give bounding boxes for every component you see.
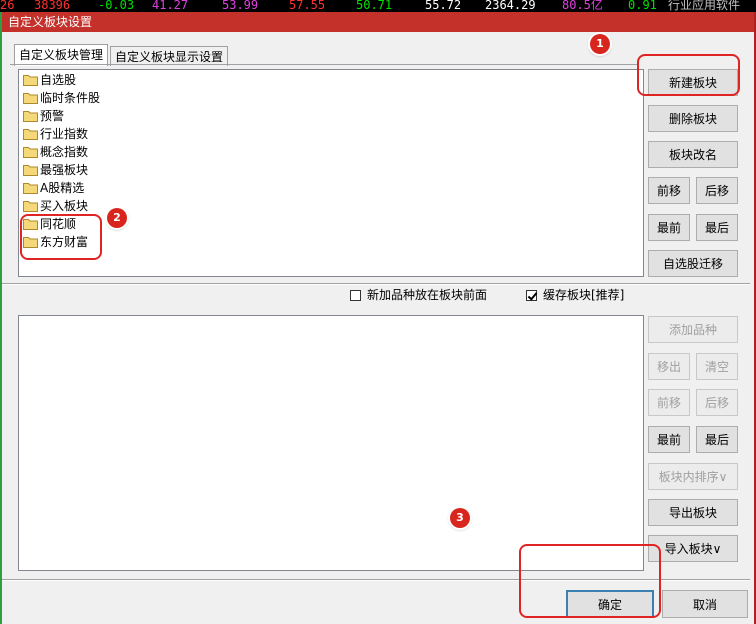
block-name: A股精选 xyxy=(40,181,85,195)
cache-label: 缓存板块[推荐] xyxy=(543,288,625,302)
stock-list[interactable] xyxy=(18,315,644,571)
ticker-value: 2364.29 xyxy=(485,0,536,12)
list-item[interactable]: 最强板块 xyxy=(23,162,88,179)
folder-icon xyxy=(23,111,38,122)
list-item[interactable]: 预警 xyxy=(23,108,64,125)
divider xyxy=(2,284,750,285)
folder-icon xyxy=(23,129,38,140)
ok-button[interactable]: 确定 xyxy=(566,590,654,618)
block-move-up-button[interactable]: 前移 xyxy=(648,177,690,204)
add-front-label: 新加品种放在板块前面 xyxy=(367,288,488,302)
list-item[interactable]: 东方财富 xyxy=(23,234,88,251)
annotation-badge: 3 xyxy=(450,508,470,528)
clear-stocks-button[interactable]: 清空 xyxy=(696,353,738,380)
annotation-badge: 2 xyxy=(107,208,127,228)
block-name: 临时条件股 xyxy=(40,91,101,105)
ticker-value: 38396 xyxy=(34,0,71,12)
tab-divider xyxy=(10,64,638,65)
list-item[interactable]: 行业指数 xyxy=(23,126,88,143)
list-item[interactable]: 概念指数 xyxy=(23,144,88,161)
ticker-value: -0.03 xyxy=(98,0,135,12)
block-name: 预警 xyxy=(40,109,65,123)
block-name: 自选股 xyxy=(40,73,77,87)
block-name: 同花顺 xyxy=(40,217,77,231)
block-name: 买入板块 xyxy=(40,199,89,213)
ticker-value: 50.71 xyxy=(356,0,393,12)
list-item[interactable]: A股精选 xyxy=(23,180,84,197)
list-item[interactable]: 自选股 xyxy=(23,72,76,89)
ticker-value: 57.55 xyxy=(289,0,326,12)
list-item[interactable]: 买入板块 xyxy=(23,198,88,215)
block-list[interactable]: 自选股 临时条件股 预警 行业指数 概念指数 最强板块 A股精选 买入板块 同花… xyxy=(18,69,644,277)
folder-icon xyxy=(23,93,38,104)
folder-icon xyxy=(23,237,38,248)
block-name: 最强板块 xyxy=(40,163,89,177)
folder-icon xyxy=(23,219,38,230)
stock-move-up-button[interactable]: 前移 xyxy=(648,389,690,416)
block-move-down-button[interactable]: 后移 xyxy=(696,177,738,204)
delete-block-button[interactable]: 删除板块 xyxy=(648,105,738,132)
cache-option[interactable]: 缓存板块[推荐] xyxy=(526,288,624,302)
annotation-badge: 1 xyxy=(590,34,610,54)
ticker-value: 55.72 xyxy=(425,0,462,12)
ticker-value: 26 xyxy=(0,0,15,12)
block-move-last-button[interactable]: 最后 xyxy=(696,214,738,241)
block-name: 东方财富 xyxy=(40,235,89,249)
folder-icon xyxy=(23,183,38,194)
block-name: 概念指数 xyxy=(40,145,89,159)
cancel-button[interactable]: 取消 xyxy=(662,590,748,618)
rename-block-button[interactable]: 板块改名 xyxy=(648,141,738,168)
import-block-button[interactable]: 导入板块∨ xyxy=(648,535,738,562)
list-item[interactable]: 临时条件股 xyxy=(23,90,100,107)
ticker-value: 0.91 xyxy=(628,0,657,12)
stock-move-last-button[interactable]: 最后 xyxy=(696,426,738,453)
folder-icon xyxy=(23,147,38,158)
add-stock-button[interactable]: 添加品种 xyxy=(648,316,738,343)
custom-block-settings-dialog: 自定义板块设置 自定义板块管理 自定义板块显示设置 自选股 临时条件股 预警 行… xyxy=(2,12,754,624)
block-move-first-button[interactable]: 最前 xyxy=(648,214,690,241)
ticker-value: 80.5亿 xyxy=(562,0,603,12)
ticker-value: 41.27 xyxy=(152,0,189,12)
ticker-value: 行业应用软件 xyxy=(668,0,741,12)
block-name: 行业指数 xyxy=(40,127,89,141)
add-front-checkbox[interactable] xyxy=(350,290,361,301)
new-block-button[interactable]: 新建板块 xyxy=(648,69,738,96)
folder-icon xyxy=(23,165,38,176)
market-ticker: 26 38396 -0.03 41.27 53.99 57.55 50.71 5… xyxy=(0,0,756,12)
divider xyxy=(2,580,750,581)
stock-move-first-button[interactable]: 最前 xyxy=(648,426,690,453)
sort-in-block-button[interactable]: 板块内排序∨ xyxy=(648,463,738,490)
add-front-option[interactable]: 新加品种放在板块前面 xyxy=(350,288,487,302)
export-block-button[interactable]: 导出板块 xyxy=(648,499,738,526)
remove-stock-button[interactable]: 移出 xyxy=(648,353,690,380)
migrate-watchlist-button[interactable]: 自选股迁移 xyxy=(648,250,738,277)
ticker-value: 53.99 xyxy=(222,0,259,12)
dialog-title: 自定义板块设置 xyxy=(2,12,754,32)
folder-icon xyxy=(23,201,38,212)
tab-block-management[interactable]: 自定义板块管理 xyxy=(14,44,109,66)
cache-checkbox[interactable] xyxy=(526,290,537,301)
list-item[interactable]: 同花顺 xyxy=(23,216,76,233)
folder-icon xyxy=(23,75,38,86)
tab-block-display-settings[interactable]: 自定义板块显示设置 xyxy=(110,46,229,66)
stock-move-down-button[interactable]: 后移 xyxy=(696,389,738,416)
